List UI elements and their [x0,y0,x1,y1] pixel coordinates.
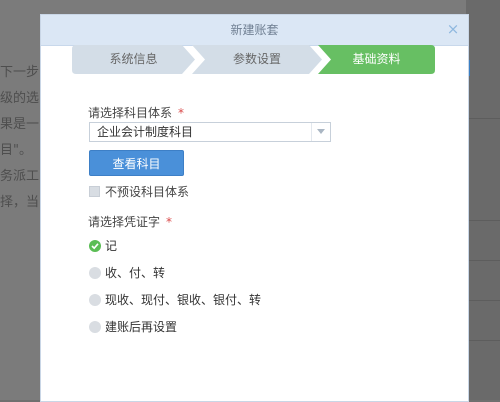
background-page-text: 下一步 级的选 果是一 目"。 务派工 择，当 [0,60,40,216]
no-preset-label: 不预设科目体系 [105,185,190,199]
account-system-select-value: 企业会计制度科目 [97,125,194,139]
voucher-label-text: 请选择凭证字 [88,215,161,229]
wizard-steps: 系统信息 参数设置 基础资料 [72,45,435,74]
view-accounts-button[interactable]: 查看科目 [89,150,184,176]
background-divider [466,118,500,119]
new-account-set-dialog: 新建账套 × 系统信息 参数设置 基础资料 请选择科目体系 * 企业会计制度科目 [40,14,469,402]
background-text-line: 目"。 [0,143,32,158]
account-system-label-text: 请选择科目体系 [88,106,173,120]
radio-unchecked-icon[interactable] [89,294,101,306]
step-label: 系统信息 [109,52,158,66]
background-text-line: 择，当 [0,195,40,210]
step-system-info[interactable]: 系统信息 [72,45,195,74]
background-text-line: 务派工 [0,169,40,184]
dialog-title: 新建账套 [230,23,279,37]
step-label: 基础资料 [352,52,401,66]
voucher-option-label: 收、付、转 [105,266,166,280]
required-mark: * [166,215,173,229]
voucher-option-label: 建账后再设置 [105,320,178,334]
background-text-line: 级的选 [0,91,40,106]
no-preset-checkbox[interactable] [89,186,100,197]
radio-checked-icon[interactable] [89,240,101,252]
background-divider [466,260,500,261]
radio-unchecked-icon[interactable] [89,321,101,333]
close-icon[interactable]: × [444,19,462,39]
dialog-titlebar: 新建账套 × [41,15,468,46]
radio-unchecked-icon[interactable] [89,267,101,279]
required-mark: * [178,106,185,120]
background-divider [466,340,500,341]
background-text-line: 下一步 [0,65,40,80]
voucher-option-label: 记 [105,239,118,253]
background-divider [466,220,500,221]
chevron-down-icon[interactable] [311,123,330,141]
account-system-label: 请选择科目体系 * [88,104,184,121]
background-text-line: 果是一 [0,117,40,132]
voucher-option-label: 现收、现付、银收、银付、转 [105,293,262,307]
background-right-panel [466,0,500,400]
step-basic-data[interactable]: 基础资料 [318,45,435,74]
step-label: 参数设置 [232,52,281,66]
account-system-select[interactable]: 企业会计制度科目 [89,122,331,142]
voucher-label: 请选择凭证字 * [88,213,172,230]
step-parameters[interactable]: 参数设置 [192,45,322,74]
background-divider [466,300,500,301]
